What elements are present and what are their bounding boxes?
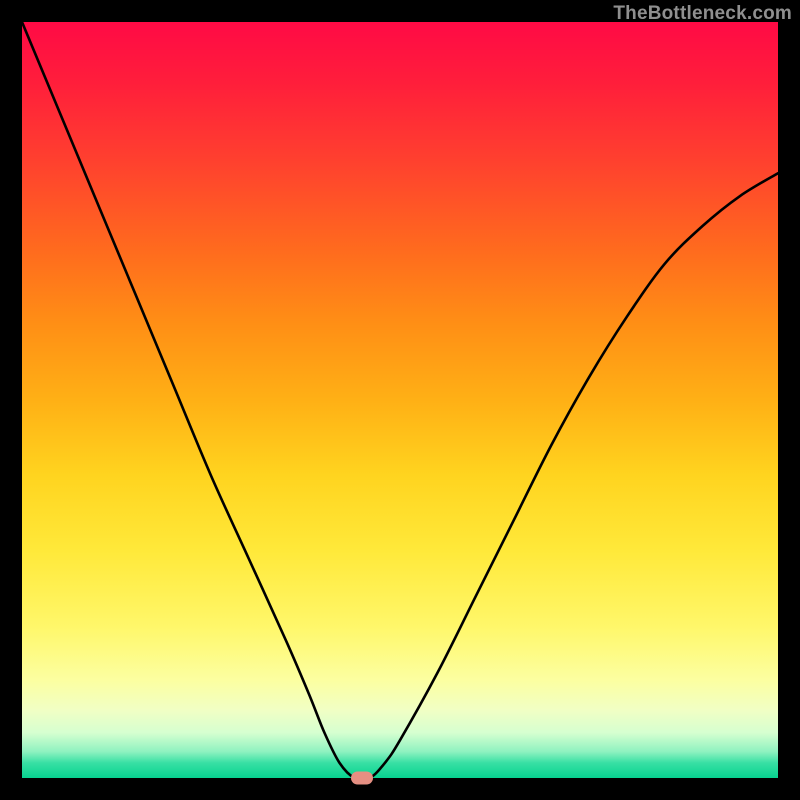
bottleneck-curve [22, 22, 778, 780]
bottleneck-marker [351, 772, 373, 785]
watermark-text: TheBottleneck.com [613, 3, 792, 25]
curve-layer [22, 22, 778, 778]
chart-stage: TheBottleneck.com [0, 0, 800, 800]
